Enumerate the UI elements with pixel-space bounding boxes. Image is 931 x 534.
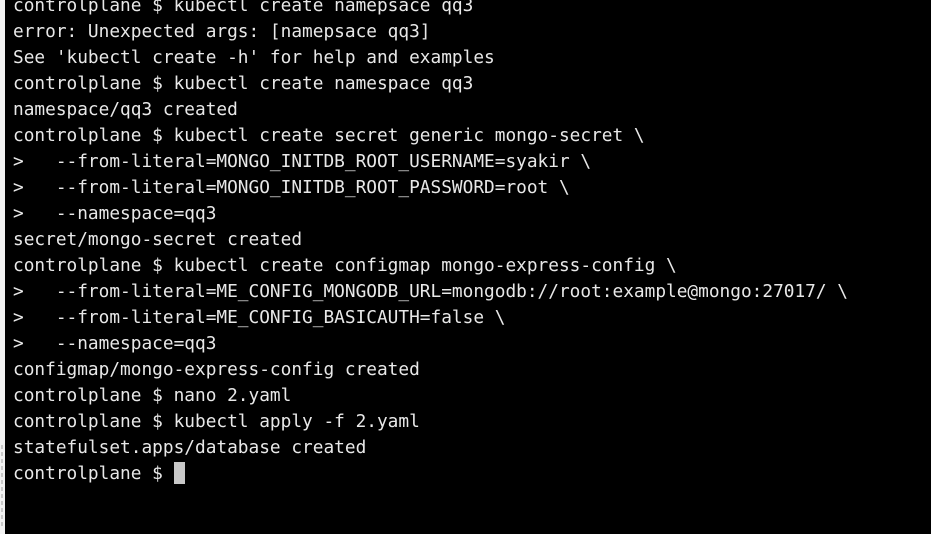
terminal-line: > --from-literal=ME_CONFIG_BASICAUTH=fal…	[13, 307, 506, 328]
terminal-prompt: controlplane $	[13, 463, 174, 484]
terminal-line: configmap/mongo-express-config created	[13, 359, 420, 380]
edge-dash	[1, 494, 3, 498]
terminal-line: controlplane $ kubectl apply -f 2.yaml	[13, 411, 420, 432]
terminal-line: namespace/qq3 created	[13, 99, 238, 120]
edge-dash	[1, 473, 3, 477]
terminal-line: controlplane $ kubectl create secret gen…	[13, 125, 645, 146]
terminal-line: > --from-literal=ME_CONFIG_MONGODB_URL=m…	[13, 281, 849, 302]
terminal-line: secret/mongo-secret created	[13, 229, 303, 250]
terminal-line: controlplane $ kubectl create namepsace …	[13, 0, 474, 16]
edge-dash	[1, 508, 3, 512]
edge-dash	[1, 522, 3, 526]
edge-dash	[1, 501, 3, 505]
terminal-line: > --namespace=qq3	[13, 203, 217, 224]
terminal-window[interactable]: controlplane $ kubectl create namepsace …	[5, 0, 931, 534]
terminal-line: controlplane $ nano 2.yaml	[13, 385, 292, 406]
edge-dash	[1, 459, 3, 463]
terminal-line: error: Unexpected args: [namepsace qq3]	[13, 21, 431, 42]
edge-dash	[1, 515, 3, 519]
terminal-line: > --from-literal=MONGO_INITDB_ROOT_USERN…	[13, 151, 592, 172]
terminal-line: controlplane $ kubectl create configmap …	[13, 255, 677, 276]
terminal-line: See 'kubectl create -h' for help and exa…	[13, 47, 495, 68]
edge-dash	[1, 445, 3, 449]
terminal-line: > --namespace=qq3	[13, 333, 217, 354]
terminal-prompt-line[interactable]: controlplane $	[13, 461, 848, 487]
edge-dash	[1, 480, 3, 484]
terminal-output: controlplane $ kubectl create namepsace …	[13, 0, 848, 487]
terminal-line: statefulset.apps/database created	[13, 437, 367, 458]
terminal-line: > --from-literal=MONGO_INITDB_ROOT_PASSW…	[13, 177, 570, 198]
text-cursor	[173, 462, 185, 484]
terminal-line: controlplane $ kubectl create namespace …	[13, 73, 474, 94]
edge-dash	[1, 487, 3, 491]
edge-dash	[1, 466, 3, 470]
edge-dash	[1, 452, 3, 456]
